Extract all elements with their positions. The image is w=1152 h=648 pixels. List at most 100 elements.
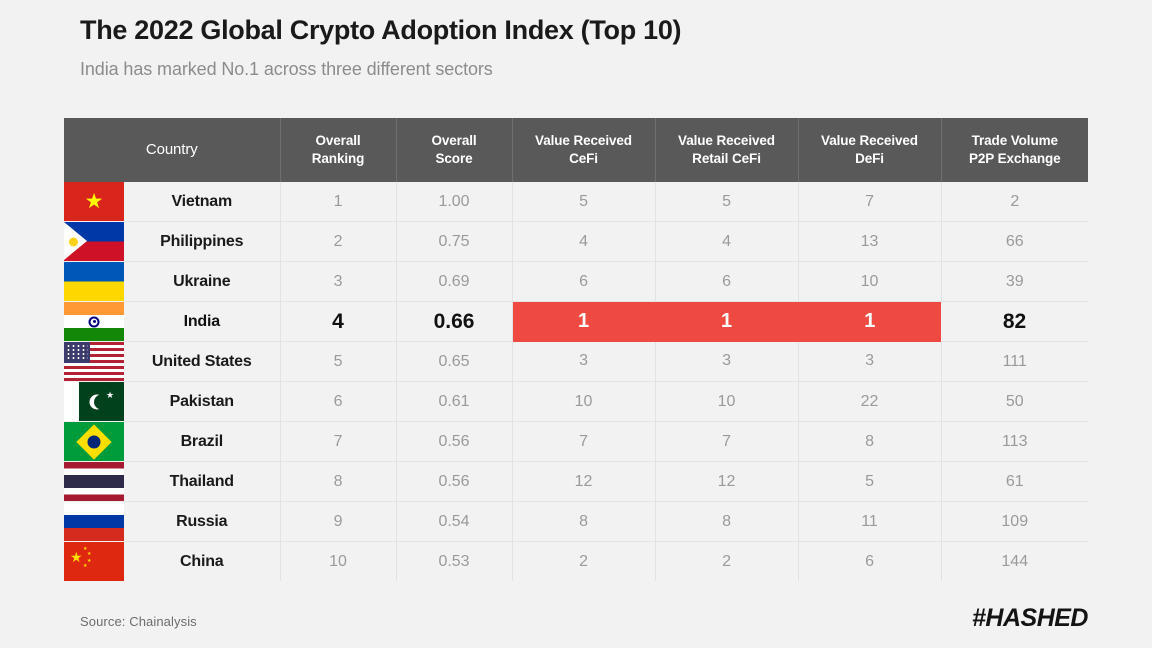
cell-country: India <box>124 301 281 342</box>
cell-value-received-retail-cefi: 8 <box>655 501 799 542</box>
table-header-row: Country Overall Ranking Overall Score Va… <box>64 118 1089 182</box>
cell-value-received-retail-cefi: 2 <box>655 541 799 581</box>
flag-us-icon <box>64 342 124 381</box>
cell-overall-ranking: 10 <box>280 541 397 581</box>
column-header-trade-volume-p2p[interactable]: Trade Volume P2P Exchange <box>941 118 1089 182</box>
cell-trade-volume-p2p: 61 <box>941 461 1089 502</box>
cell-overall-ranking: 5 <box>280 341 397 382</box>
flag-ua-icon <box>64 262 124 301</box>
cell-trade-volume-p2p: 144 <box>941 541 1089 581</box>
flag-th-icon <box>64 462 124 501</box>
adoption-index-table: Country Overall Ranking Overall Score Va… <box>64 118 1089 582</box>
cell-overall-ranking: 9 <box>280 501 397 542</box>
cell-trade-volume-p2p: 39 <box>941 261 1089 302</box>
cell-value-received-cefi: 5 <box>512 182 656 222</box>
table-row[interactable]: ★ Pakistan 6 0.61 10 10 22 50 <box>64 381 1089 422</box>
cell-value-received-cefi: 7 <box>512 421 656 462</box>
cell-value-received-retail-cefi: 12 <box>655 461 799 502</box>
cell-overall-score: 0.75 <box>396 221 513 262</box>
cell-value-received-cefi: 4 <box>512 221 656 262</box>
cell-country: United States <box>124 341 281 382</box>
country-flag-cell <box>64 462 124 502</box>
table-row[interactable]: Thailand 8 0.56 12 12 5 61 <box>64 461 1089 502</box>
cell-value-received-cefi: 12 <box>512 461 656 502</box>
flag-vn-icon: ★ <box>64 182 124 222</box>
cell-value-received-retail-cefi: 7 <box>655 421 799 462</box>
cell-overall-score: 0.56 <box>396 461 513 502</box>
cell-value-received-retail-cefi: 1 <box>655 301 799 342</box>
country-flag-cell: ★ ★ ★ ★ ★ <box>64 541 124 582</box>
country-flag-cell <box>64 222 124 262</box>
cell-overall-ranking: 1 <box>280 182 397 222</box>
cell-overall-ranking: 2 <box>280 221 397 262</box>
cell-overall-score: 0.65 <box>396 341 513 382</box>
column-header-line-1: Value Received <box>535 133 632 149</box>
cell-value-received-defi: 13 <box>798 221 942 262</box>
cell-country: China <box>124 541 281 581</box>
column-header-country[interactable]: Country <box>64 118 281 182</box>
cell-value-received-cefi: 8 <box>512 501 656 542</box>
cell-value-received-defi: 7 <box>798 182 942 222</box>
country-flag-cell <box>64 342 124 382</box>
cell-overall-score: 0.61 <box>396 381 513 422</box>
cell-country: Thailand <box>124 461 281 502</box>
cell-value-received-cefi: 10 <box>512 381 656 422</box>
column-header-line-2: CeFi <box>569 151 598 166</box>
cell-value-received-cefi: 6 <box>512 261 656 302</box>
table-body: ★ Vietnam 1 1.00 5 5 7 2 Philippines 2 0.75 4 4 13 66 U… <box>64 182 1089 582</box>
flag-in-icon <box>64 302 124 341</box>
country-flag-cell <box>64 422 124 462</box>
table-row[interactable]: ★ Vietnam 1 1.00 5 5 7 2 <box>64 182 1089 222</box>
cell-value-received-defi: 22 <box>798 381 942 422</box>
cell-value-received-defi: 11 <box>798 501 942 542</box>
cell-country: Philippines <box>124 221 281 262</box>
cell-country: Ukraine <box>124 261 281 302</box>
column-header-line-2: P2P Exchange <box>968 151 1061 166</box>
cell-overall-score: 1.00 <box>396 182 513 222</box>
cell-value-received-retail-cefi: 10 <box>655 381 799 422</box>
table-row[interactable]: Ukraine 3 0.69 6 6 10 39 <box>64 261 1089 302</box>
cell-overall-score: 0.66 <box>396 301 513 342</box>
column-header-overall-ranking[interactable]: Overall Ranking <box>280 118 397 182</box>
column-header-line-2: Retail CeFi <box>692 151 761 166</box>
column-header-value-received-cefi[interactable]: Value Received CeFi <box>512 118 656 182</box>
country-flag-cell: ★ <box>64 182 124 222</box>
column-header-line-1: Overall <box>315 133 361 149</box>
table-row[interactable]: India 4 0.66 1 1 1 82 <box>64 301 1089 342</box>
cell-value-received-defi: 5 <box>798 461 942 502</box>
flag-br-icon <box>64 422 124 461</box>
cell-country: Russia <box>124 501 281 542</box>
cell-country: Brazil <box>124 421 281 462</box>
source-note: Source: Chainalysis <box>80 614 197 629</box>
cell-trade-volume-p2p: 50 <box>941 381 1089 422</box>
cell-trade-volume-p2p: 113 <box>941 421 1089 462</box>
table-row[interactable]: Russia 9 0.54 8 8 11 109 <box>64 501 1089 542</box>
column-header-overall-score[interactable]: Overall Score <box>396 118 513 182</box>
cell-value-received-defi: 8 <box>798 421 942 462</box>
table-row[interactable]: ★ ★ ★ ★ ★ China 10 0.53 2 2 6 144 <box>64 541 1089 582</box>
column-header-value-received-retail-cefi[interactable]: Value Received Retail CeFi <box>655 118 799 182</box>
page-subtitle: India has marked No.1 across three diffe… <box>80 58 493 79</box>
column-header-line-2: Ranking <box>311 151 365 166</box>
cell-overall-ranking: 4 <box>280 301 397 342</box>
cell-value-received-cefi: 3 <box>512 341 656 382</box>
flag-ru-icon <box>64 502 124 541</box>
table-row[interactable]: Brazil 7 0.56 7 7 8 113 <box>64 421 1089 462</box>
cell-value-received-retail-cefi: 5 <box>655 182 799 222</box>
cell-trade-volume-p2p: 109 <box>941 501 1089 542</box>
flag-cn-icon: ★ ★ ★ ★ ★ <box>64 541 124 581</box>
country-flag-cell <box>64 502 124 542</box>
column-header-line-1: Trade Volume <box>971 133 1058 149</box>
table-row[interactable]: United States 5 0.65 3 3 3 111 <box>64 341 1089 382</box>
table-row[interactable]: Philippines 2 0.75 4 4 13 66 <box>64 221 1089 262</box>
cell-value-received-cefi: 1 <box>512 301 656 342</box>
cell-overall-score: 0.54 <box>396 501 513 542</box>
cell-value-received-retail-cefi: 6 <box>655 261 799 302</box>
flag-ph-icon <box>64 222 124 261</box>
cell-value-received-retail-cefi: 4 <box>655 221 799 262</box>
cell-trade-volume-p2p: 66 <box>941 221 1089 262</box>
column-header-value-received-defi[interactable]: Value Received DeFi <box>798 118 942 182</box>
country-flag-cell <box>64 301 124 342</box>
column-header-line-1: Value Received <box>821 133 918 149</box>
flag-pk-icon: ★ <box>64 382 124 421</box>
